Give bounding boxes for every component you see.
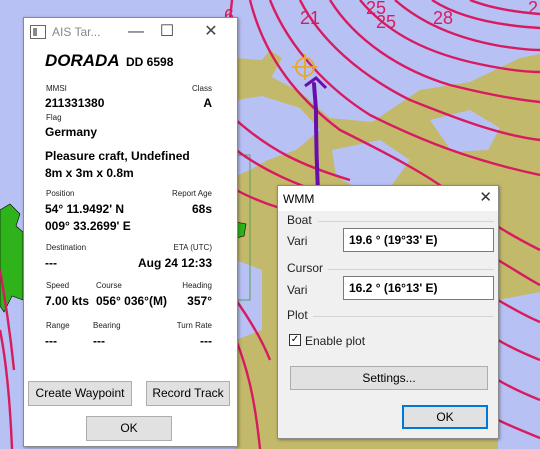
ok-button[interactable]: OK	[402, 405, 488, 429]
vessel-name: DORADA	[45, 51, 120, 70]
window-title: WMM	[283, 192, 315, 206]
speed-value: 7.00 kts	[45, 294, 90, 308]
cursor-vari-label: Vari	[287, 283, 308, 297]
wmm-window: WMM ✕ Boat Vari 19.6 ° (19°33' E) Cursor…	[277, 185, 499, 439]
water-channel	[498, 292, 540, 449]
vessel-type: Pleasure craft, Undefined	[45, 149, 190, 163]
boat-vari-label: Vari	[287, 234, 308, 248]
contour-label: 21	[300, 8, 320, 28]
contour-label: 25	[376, 12, 396, 32]
cursor-section-label: Cursor	[287, 261, 324, 275]
heading-label: Heading	[182, 281, 212, 290]
settings-button[interactable]: Settings...	[290, 366, 488, 390]
turn-rate-value: ---	[200, 334, 212, 348]
boat-section-label: Boat	[287, 213, 312, 227]
flag-label: Flag	[46, 113, 62, 122]
vessel-callsign: DD 6598	[126, 55, 174, 69]
record-track-button[interactable]: Record Track	[146, 381, 230, 406]
boat-variation-field[interactable]: 19.6 ° (19°33' E)	[343, 228, 494, 252]
speed-label: Speed	[46, 281, 70, 290]
range-value: ---	[45, 334, 57, 348]
range-label: Range	[46, 321, 70, 330]
class-value: A	[203, 96, 212, 110]
destination-label: Destination	[46, 243, 87, 252]
enable-plot-checkbox[interactable]: ✓	[289, 334, 301, 346]
cursor-variation-field[interactable]: 16.2 ° (16°13' E)	[343, 276, 494, 300]
window-titlebar[interactable]: AIS Tar... — ☐ ✕	[24, 18, 237, 46]
report-age-value: 68s	[191, 202, 212, 216]
destination-value: ---	[45, 256, 57, 270]
app-icon	[30, 25, 46, 39]
flag-value: Germany	[45, 125, 98, 139]
course-value: 056° 036°(M)	[96, 294, 167, 308]
window-title: AIS Tar...	[52, 25, 101, 39]
close-icon[interactable]: ✕	[196, 20, 226, 44]
ais-target-window: AIS Tar... — ☐ ✕ DORADA DD 6598 MMSI Cla…	[23, 17, 238, 447]
turn-rate-label: Turn Rate	[176, 321, 212, 330]
latitude-value: 54° 11.9492' N	[45, 202, 125, 216]
mmsi-value: 211331380	[45, 96, 105, 110]
mmsi-label: MMSI	[46, 84, 67, 93]
window-titlebar[interactable]: WMM ✕	[278, 186, 498, 211]
enable-plot-label[interactable]: Enable plot	[305, 334, 365, 348]
report-age-label: Report Age	[171, 189, 212, 198]
eta-value: Aug 24 12:33	[137, 256, 212, 270]
bearing-value: ---	[93, 334, 105, 348]
create-waypoint-button[interactable]: Create Waypoint	[28, 381, 132, 406]
contour-label: 2	[528, 0, 538, 18]
longitude-value: 009° 33.2699' E	[45, 219, 131, 233]
section-divider	[313, 316, 494, 317]
contour-label: 28	[433, 8, 453, 28]
course-label: Course	[96, 281, 122, 290]
plot-section-label: Plot	[287, 308, 308, 322]
vessel-dimensions: 8m x 3m x 0.8m	[45, 166, 134, 180]
ok-button[interactable]: OK	[86, 416, 172, 441]
section-divider	[328, 269, 494, 270]
heading-value: 357°	[187, 294, 212, 308]
wmm-body: Boat Vari 19.6 ° (19°33' E) Cursor Vari …	[278, 211, 498, 438]
position-label: Position	[46, 189, 75, 198]
eta-label: ETA (UTC)	[173, 243, 212, 252]
minimize-icon[interactable]: —	[121, 20, 151, 44]
section-divider	[318, 221, 494, 222]
maximize-icon[interactable]: ☐	[152, 20, 182, 44]
class-label: Class	[191, 84, 212, 93]
close-icon[interactable]: ✕	[479, 188, 492, 206]
bearing-label: Bearing	[93, 321, 121, 330]
